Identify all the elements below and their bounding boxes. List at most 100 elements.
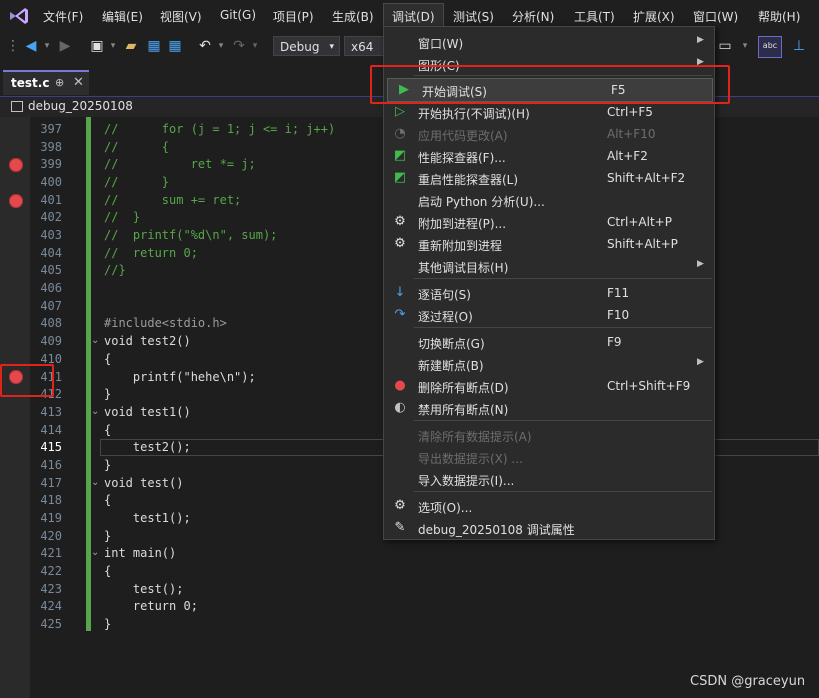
menu-item-7[interactable]: 启动 Python 分析(U)...	[384, 189, 714, 211]
line-number: 403	[40, 228, 62, 242]
menu-test[interactable]: 测试(S)	[453, 8, 494, 25]
code-line: #include<stdio.h>	[104, 316, 227, 330]
spell-check-icon[interactable]: abc	[758, 36, 782, 58]
save-all-icon[interactable]: ▦	[166, 37, 184, 55]
menu-item-12[interactable]: ↷ 逐过程(O) F10	[384, 304, 714, 326]
code-line: // ret *= j;	[104, 157, 256, 171]
back-dropdown-icon[interactable]: ▾	[38, 37, 56, 55]
menu-item-16[interactable]: ◐ 禁用所有断点(N)	[384, 397, 714, 419]
undo-dropdown-icon[interactable]: ▾	[212, 37, 230, 55]
redo-dropdown-icon[interactable]: ▾	[246, 37, 264, 55]
menu-item-label: 逐过程(O)	[418, 310, 473, 324]
menu-item-label: 开始执行(不调试)(H)	[418, 107, 530, 121]
menu-build[interactable]: 生成(B)	[332, 8, 374, 25]
configuration-select[interactable]: Debug ▾	[273, 36, 340, 56]
tab-test-c[interactable]: test.c ⊕ ✕	[3, 70, 89, 95]
save-icon[interactable]: ▦	[145, 37, 163, 55]
menu-item-8[interactable]: ⚙ 附加到进程(P)... Ctrl+Alt+P	[384, 211, 714, 233]
menu-item-shortcut: Shift+Alt+F2	[607, 171, 686, 185]
code-line: // for (j = 1; j <= i; j++)	[104, 122, 336, 136]
menu-item-0[interactable]: 窗口(W) ▶	[384, 31, 714, 53]
fold-toggle-icon[interactable]: ⌄	[91, 335, 99, 346]
line-number: 415	[40, 440, 62, 454]
line-number: 420	[40, 529, 62, 543]
menu-extensions[interactable]: 扩展(X)	[633, 8, 675, 25]
toolbar-dropdown-icon[interactable]: ▾	[736, 37, 754, 55]
line-number: 400	[40, 175, 62, 189]
annotation-box-start-debugging	[370, 65, 730, 104]
menu-item-10[interactable]: 其他调试目标(H) ▶	[384, 255, 714, 277]
menu-edit[interactable]: 编辑(E)	[102, 8, 143, 25]
fold-toggle-icon[interactable]: ⌄	[91, 547, 99, 558]
annotation-box-breakpoint	[0, 364, 54, 397]
menu-item-5[interactable]: ◩ 性能探查器(F)... Alt+F2	[384, 145, 714, 167]
line-number: 423	[40, 582, 62, 596]
menu-item-label: 删除所有断点(D)	[418, 381, 509, 395]
flame-icon: ◔	[394, 126, 406, 141]
close-icon[interactable]: ✕	[73, 75, 84, 90]
code-line: test1();	[104, 511, 191, 525]
menu-item-shortcut: F9	[607, 335, 622, 349]
attach-gear-icon: ⚙	[394, 214, 406, 229]
menu-item-15[interactable]: ● 删除所有断点(D) Ctrl+Shift+F9	[384, 375, 714, 397]
line-number: 413	[40, 405, 62, 419]
pin-icon[interactable]: ⊕	[55, 76, 64, 89]
code-line: {	[104, 352, 112, 366]
disable-breakpoints-icon: ◐	[394, 400, 406, 415]
menu-window[interactable]: 窗口(W)	[693, 8, 738, 25]
line-number: 425	[40, 617, 62, 631]
menu-git[interactable]: Git(G)	[220, 8, 256, 22]
breakpoint-icon[interactable]	[9, 158, 23, 172]
fold-toggle-icon[interactable]: ⌄	[91, 477, 99, 488]
menu-item-20[interactable]: ⚙ 选项(O)...	[384, 495, 714, 517]
menu-item-label: 窗口(W)	[418, 37, 464, 51]
menu-item-18: 导出数据提示(X) ...	[384, 446, 714, 468]
code-line: }	[104, 387, 112, 401]
menu-help[interactable]: 帮助(H)	[758, 8, 800, 25]
menu-item-11[interactable]: ↓ 逐语句(S) F11	[384, 282, 714, 304]
watermark: CSDN @graceyun	[690, 674, 806, 689]
menu-item-14[interactable]: 新建断点(B) ▶	[384, 353, 714, 375]
line-number: 405	[40, 263, 62, 277]
menu-view[interactable]: 视图(V)	[160, 8, 202, 25]
code-line: void test()	[104, 476, 184, 490]
line-number: 397	[40, 122, 62, 136]
menu-item-19[interactable]: 导入数据提示(I)...	[384, 468, 714, 490]
line-number: 417	[40, 476, 62, 490]
code-line: test();	[104, 582, 184, 596]
nav-project-label[interactable]: debug_20250108	[28, 99, 133, 113]
fold-toggle-icon[interactable]: ⌄	[91, 406, 99, 417]
code-line: //}	[104, 263, 126, 277]
wrench-icon: ✎	[394, 520, 406, 535]
menu-item-9[interactable]: ⚙ 重新附加到进程 Shift+Alt+P	[384, 233, 714, 255]
menu-tools[interactable]: 工具(T)	[574, 8, 615, 25]
code-line: void test2()	[104, 334, 191, 348]
submenu-arrow-icon: ▶	[697, 357, 704, 367]
menu-item-6[interactable]: ◩ 重启性能探查器(L) Shift+Alt+F2	[384, 167, 714, 189]
new-dropdown-icon[interactable]: ▾	[104, 37, 122, 55]
menu-item-label: 其他调试目标(H)	[418, 261, 509, 275]
code-line: return 0;	[104, 599, 198, 613]
toolbar-window-icon[interactable]: ▭	[716, 37, 734, 55]
visual-studio-logo-icon[interactable]	[8, 6, 30, 26]
menu-file[interactable]: 文件(F)	[43, 8, 83, 25]
code-line: int main()	[104, 546, 177, 560]
profiler-restart-icon: ◩	[393, 170, 407, 185]
platform-value: x64	[351, 40, 374, 54]
forward-icon[interactable]: ▶	[56, 37, 74, 55]
menu-item-3[interactable]: ▷ 开始执行(不调试)(H) Ctrl+F5	[384, 101, 714, 123]
line-number: 419	[40, 511, 62, 525]
menu-item-shortcut: Shift+Alt+P	[607, 237, 678, 251]
menu-item-13[interactable]: 切换断点(G) F9	[384, 331, 714, 353]
chevron-down-icon: ▾	[329, 42, 334, 52]
toolbar-extra-icon[interactable]: ⊥	[790, 37, 808, 55]
submenu-arrow-icon: ▶	[697, 35, 704, 45]
menu-item-21[interactable]: ✎ debug_20250108 调试属性	[384, 517, 714, 539]
menu-project[interactable]: 项目(P)	[273, 8, 314, 25]
menu-item-label: 导入数据提示(I)...	[418, 474, 515, 488]
platform-select[interactable]: x64	[344, 36, 384, 56]
open-folder-icon[interactable]: ▰	[122, 37, 140, 55]
line-number: 407	[40, 299, 62, 313]
menu-analyze[interactable]: 分析(N)	[512, 8, 554, 25]
breakpoint-icon[interactable]	[9, 194, 23, 208]
